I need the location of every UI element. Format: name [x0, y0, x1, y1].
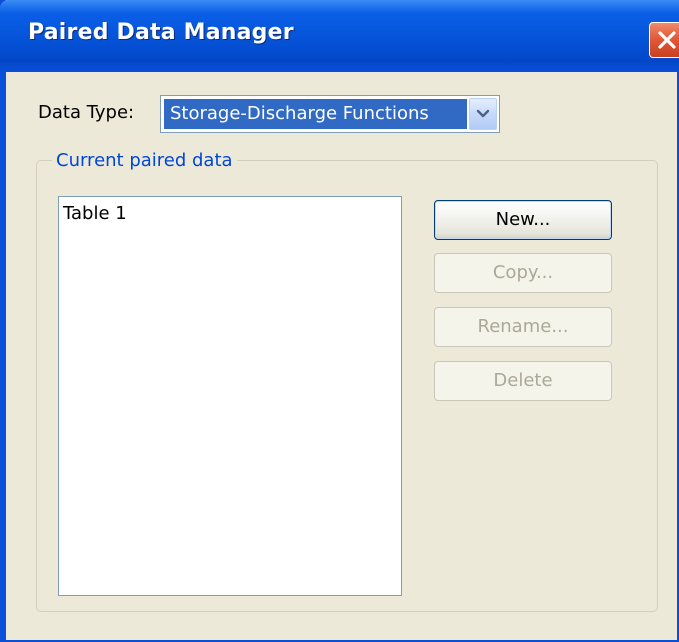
- data-type-selected-value: Storage-Discharge Functions: [164, 99, 467, 129]
- new-button[interactable]: New...: [434, 200, 612, 240]
- delete-button[interactable]: Delete: [434, 361, 612, 401]
- data-type-label: Data Type:: [38, 102, 135, 123]
- list-item[interactable]: Table 1: [63, 203, 127, 224]
- close-button[interactable]: [649, 22, 679, 58]
- paired-data-list[interactable]: Table 1: [58, 196, 402, 596]
- rename-button[interactable]: Rename...: [434, 307, 612, 347]
- data-type-select[interactable]: Storage-Discharge Functions: [160, 95, 500, 133]
- data-type-dropdown-button[interactable]: [469, 98, 497, 130]
- close-icon: [658, 31, 676, 49]
- window-title: Paired Data Manager: [28, 20, 294, 45]
- group-legend: Current paired data: [52, 150, 237, 171]
- copy-button[interactable]: Copy...: [434, 253, 612, 293]
- title-bar[interactable]: Paired Data Manager: [0, 0, 679, 72]
- chevron-down-icon: [476, 109, 490, 118]
